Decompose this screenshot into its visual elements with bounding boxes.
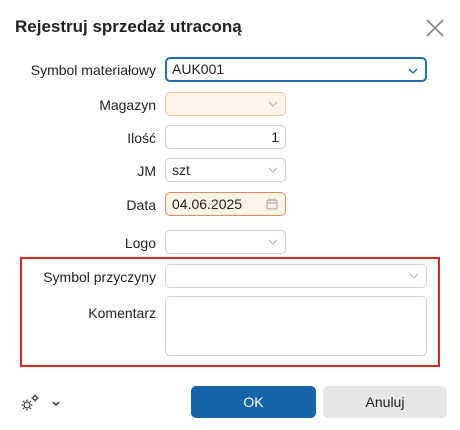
jm-label: JM — [137, 163, 156, 179]
cancel-button[interactable]: Anuluj — [323, 386, 447, 418]
logo-select[interactable] — [165, 230, 286, 254]
symbol-value: AUK001 — [172, 61, 225, 77]
symbol-select[interactable]: AUK001 — [165, 57, 427, 82]
komentarz-label: Komentarz — [88, 305, 156, 321]
ilosc-value: 1 — [271, 129, 279, 145]
chevron-down-icon — [268, 101, 278, 107]
chevron-down-icon — [408, 68, 418, 75]
close-icon[interactable] — [424, 17, 446, 39]
gear-icon[interactable] — [19, 393, 61, 413]
data-input[interactable]: 04.06.2025 — [165, 192, 286, 216]
data-value: 04.06.2025 — [172, 196, 243, 212]
ok-button[interactable]: OK — [191, 386, 316, 418]
przyczyna-select[interactable] — [165, 264, 427, 288]
jm-select[interactable]: szt — [165, 158, 286, 182]
chevron-down-icon — [52, 401, 60, 407]
przyczyna-label: Symbol przyczyny — [43, 269, 156, 285]
jm-value: szt — [172, 162, 190, 178]
data-label: Data — [126, 197, 156, 213]
komentarz-textarea[interactable] — [165, 296, 427, 356]
ilosc-label: Ilość — [127, 130, 156, 146]
magazyn-label: Magazyn — [99, 97, 156, 113]
magazyn-select[interactable] — [165, 92, 286, 116]
ilosc-input[interactable]: 1 — [165, 125, 286, 149]
chevron-down-icon — [268, 167, 278, 173]
dialog-title: Rejestruj sprzedaż utraconą — [15, 17, 242, 36]
chevron-down-icon — [409, 273, 419, 279]
symbol-label: Symbol materiałowy — [30, 62, 156, 78]
chevron-down-icon — [268, 239, 278, 245]
calendar-icon[interactable] — [266, 198, 278, 210]
logo-label: Logo — [124, 235, 156, 251]
